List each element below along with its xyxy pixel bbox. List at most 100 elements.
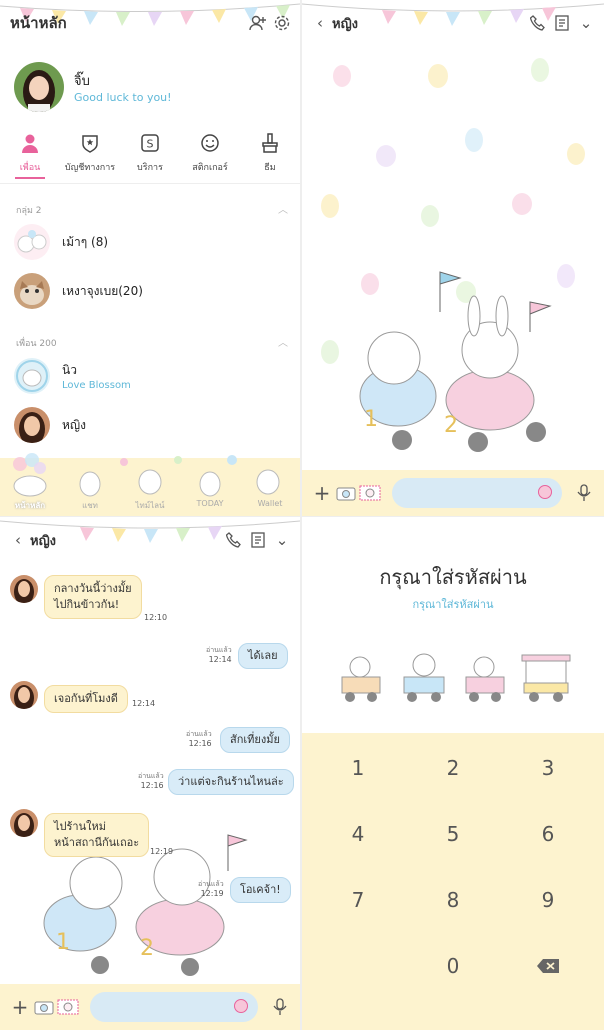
tab-stickers[interactable]: สติกเกอร์ [180, 132, 240, 182]
back-chevron-icon[interactable]: ‹ [308, 11, 332, 35]
passcode-dot-3 [465, 656, 505, 702]
contact-avatar[interactable] [10, 681, 38, 709]
message-bubble-right[interactable]: โอเคจ้า! [230, 877, 291, 903]
backspace-icon[interactable] [498, 933, 598, 999]
key-2[interactable]: 2 [403, 735, 503, 801]
message-meta: อ่านแล้ว 12:16 [138, 771, 164, 791]
home-tabs: เพื่อน บัญชีทางการ S บริการ สติกเกอร์ ธี… [0, 132, 300, 182]
photo-icon[interactable] [358, 481, 382, 505]
chat-title: หญิง [30, 533, 56, 549]
message-time: 12:19 [150, 847, 174, 856]
plus-icon[interactable]: + [310, 481, 334, 505]
numeric-keypad: 1 2 3 4 5 6 7 8 9 0 [302, 733, 604, 1030]
chat-background-illustration: 1 2 [321, 58, 585, 452]
read-receipt: อ่านแล้ว [198, 880, 224, 888]
home-screen: หน้าหลัก จิ๊บ Good luck to you! เพื่อน บ… [0, 0, 300, 516]
tab-label: สติกเกอร์ [192, 163, 228, 173]
tab-official-accounts[interactable]: บัญชีทางการ [60, 132, 120, 182]
nav-chats[interactable]: แชท [62, 499, 118, 512]
lollipop-emoji-icon[interactable] [234, 999, 248, 1013]
back-chevron-icon[interactable]: ‹ [6, 528, 30, 552]
chat-input-bar: + [0, 984, 300, 1030]
key-0[interactable]: 0 [403, 933, 503, 999]
friend-avatar [14, 407, 50, 443]
list-item[interactable]: หญิง [14, 405, 86, 445]
nav-home[interactable]: หน้าหลัก [2, 499, 58, 512]
list-item[interactable]: เม้าๆ (8) [14, 222, 108, 262]
key-6[interactable]: 6 [498, 801, 598, 867]
read-receipt: อ่านแล้ว [138, 772, 164, 780]
lollipop-emoji-icon[interactable] [538, 485, 552, 499]
message-bubble-right[interactable]: ได้เลย [238, 643, 288, 669]
settings-gear-icon[interactable] [270, 11, 294, 35]
profile-status: Good luck to you! [74, 91, 172, 104]
list-item[interactable]: นิว Love Blossom [14, 356, 131, 396]
page-title: หน้าหลัก [10, 14, 67, 32]
chevron-up-icon[interactable]: ︿ [278, 201, 288, 216]
my-profile[interactable]: จิ๊บ Good luck to you! [14, 62, 172, 112]
key-3[interactable]: 3 [498, 735, 598, 801]
message-bubble-right[interactable]: ว่าแต่จะกินร้านไหนล่ะ [168, 769, 294, 795]
chevron-down-icon[interactable]: ⌄ [270, 528, 294, 552]
contact-avatar[interactable] [10, 809, 38, 837]
nav-wallet[interactable]: Wallet [242, 499, 298, 512]
passcode-dot-4 [521, 654, 571, 702]
passcode-dot-1 [341, 656, 381, 702]
key-4[interactable]: 4 [308, 801, 408, 867]
key-8[interactable]: 8 [403, 867, 503, 933]
chevron-up-icon[interactable]: ︿ [278, 334, 288, 349]
contact-avatar[interactable] [10, 575, 38, 603]
read-receipt: อ่านแล้ว [186, 730, 212, 738]
nav-balloon-decoration [13, 453, 280, 497]
chat-screen-messages: ‹ หญิง ⌄ 1 2 กลางวันนี้ว่างมั้ย ไปกินข้า… [0, 517, 300, 1030]
person-icon [19, 132, 41, 154]
key-7[interactable]: 7 [308, 867, 408, 933]
tab-friends[interactable]: เพื่อน [0, 132, 60, 182]
chat-screen-empty: ‹ หญิง ⌄ 1 2 + [302, 0, 604, 516]
passcode-title: กรุณาใส่รหัสผ่าน [379, 565, 527, 589]
passcode-subtitle: กรุณาใส่รหัสผ่าน [412, 598, 494, 611]
tabs-divider [0, 183, 300, 184]
phone-icon[interactable] [526, 11, 550, 35]
group-name: เม้าๆ (8) [62, 234, 109, 249]
key-9[interactable]: 9 [498, 867, 598, 933]
nav-timeline[interactable]: ไทม์ไลน์ [122, 499, 178, 512]
message-time: 12:19 [200, 889, 224, 898]
key-5[interactable]: 5 [403, 801, 503, 867]
nav-today[interactable]: TODAY [182, 499, 238, 512]
chevron-down-icon[interactable]: ⌄ [574, 11, 598, 35]
tab-themes[interactable]: ธีม [240, 132, 300, 182]
message-input[interactable] [90, 992, 258, 1022]
microphone-icon[interactable] [572, 481, 596, 505]
svg-text:1: 1 [56, 930, 70, 955]
camera-icon[interactable] [334, 481, 358, 505]
plus-icon[interactable]: + [8, 995, 32, 1019]
message-bubble-left[interactable]: กลางวันนี้ว่างมั้ย ไปกินข้าวกัน! [44, 575, 142, 619]
friend-status: Love Blossom [62, 380, 131, 391]
notes-icon[interactable] [246, 528, 270, 552]
tab-services[interactable]: S บริการ [120, 132, 180, 182]
camera-icon[interactable] [32, 995, 56, 1019]
message-bubble-left[interactable]: ไปร้านใหม่ หน้าสถานีกันเถอะ [44, 813, 150, 857]
tab-label: บัญชีทางการ [64, 163, 116, 173]
message-bubble-right[interactable]: สักเที่ยงมั้ย [220, 727, 290, 753]
phone-icon[interactable] [222, 528, 246, 552]
message-meta: อ่านแล้ว 12:16 [186, 729, 212, 749]
message-bubble-left[interactable]: เจอกันที่โมงดี [44, 685, 128, 713]
brush-icon [259, 132, 281, 154]
list-item[interactable]: เหงาจุงเบย(20) [14, 271, 143, 311]
groups-header: กลุ่ม 2 [16, 206, 42, 216]
microphone-icon[interactable] [268, 995, 292, 1019]
tab-label: เพื่อน [19, 163, 41, 173]
photo-icon[interactable] [56, 995, 80, 1019]
message-input[interactable] [392, 478, 562, 508]
notes-icon[interactable] [550, 11, 574, 35]
message-time: 12:16 [188, 739, 212, 748]
message-time: 12:16 [140, 781, 164, 790]
key-1[interactable]: 1 [308, 735, 408, 801]
my-avatar[interactable] [14, 62, 64, 112]
message-time: 12:10 [144, 613, 168, 622]
add-friend-icon[interactable] [246, 11, 270, 35]
passcode-indicator-carts [341, 653, 571, 702]
message-time: 12:14 [132, 699, 156, 708]
